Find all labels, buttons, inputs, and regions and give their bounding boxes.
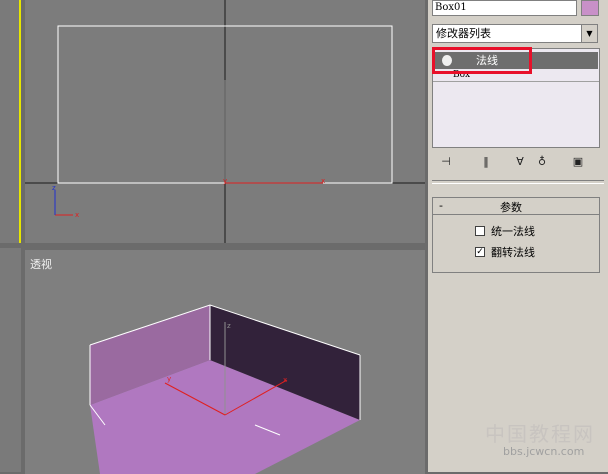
stack-toolbar: ⊣ ‖ ∀ ♁ ▣: [432, 152, 602, 174]
viewport-left-strip[interactable]: [0, 0, 21, 243]
modifier-list-label: 修改器列表: [436, 27, 491, 40]
viewport-perspective[interactable]: 透视 z x y: [25, 248, 425, 474]
svg-text:z: z: [227, 322, 231, 330]
chevron-down-icon[interactable]: ▼: [581, 25, 597, 42]
panel-separator: [432, 180, 604, 184]
stack-divider: [433, 81, 599, 82]
watermark-url: bbs.jcwcn.com: [503, 445, 585, 458]
object-name-field[interactable]: Box01: [432, 0, 577, 16]
parameters-rollout: - 参数 统一法线 ✓ 翻转法线: [432, 197, 600, 273]
svg-text:x: x: [283, 376, 287, 384]
watermark-title: 中国教程网: [485, 422, 595, 446]
unify-normals-checkbox[interactable]: [475, 226, 485, 236]
highlight-annotation-box: [432, 47, 532, 74]
svg-text:y: y: [167, 375, 171, 383]
make-unique-icon[interactable]: ∀: [510, 152, 530, 172]
show-end-result-icon[interactable]: ‖: [476, 152, 496, 172]
viewport-left-strip-bottom[interactable]: [0, 248, 21, 472]
unify-normals-label: 统一法线: [491, 225, 535, 238]
rollout-title: 参数: [500, 201, 522, 214]
rollout-header[interactable]: - 参数: [433, 198, 599, 215]
configure-sets-icon[interactable]: ▣: [568, 152, 588, 172]
svg-text:x: x: [75, 211, 79, 219]
collapse-icon[interactable]: -: [439, 199, 443, 212]
svg-text:y: y: [223, 177, 227, 185]
svg-text:x: x: [321, 177, 325, 185]
svg-text:z: z: [52, 184, 56, 192]
modifier-list-dropdown[interactable]: 修改器列表 ▼: [432, 24, 598, 43]
viewport-top[interactable]: y x x z: [25, 0, 425, 243]
object-color-swatch[interactable]: [581, 0, 599, 16]
flip-normals-checkbox[interactable]: ✓: [475, 247, 485, 257]
pin-stack-icon[interactable]: ⊣: [436, 152, 456, 172]
viewport-top-canvas: y x x z: [25, 0, 425, 243]
flip-normals-label: 翻转法线: [491, 246, 535, 259]
perspective-canvas: z x y: [89, 304, 361, 474]
remove-modifier-icon[interactable]: ♁: [532, 152, 552, 172]
